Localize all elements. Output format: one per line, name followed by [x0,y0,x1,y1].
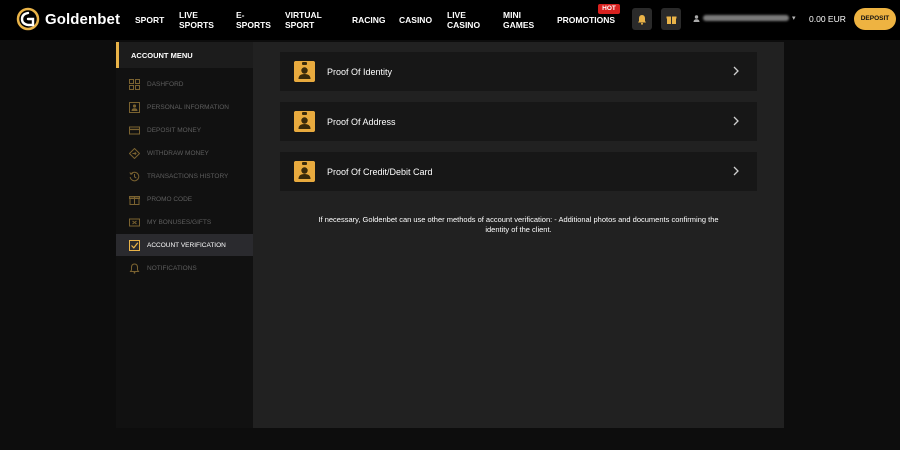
id-card-icon [129,101,140,113]
nav-sport[interactable]: SPORT [135,15,164,25]
proof-of-card-card[interactable]: Proof Of Credit/Debit Card [280,152,757,191]
checkbox-icon [129,239,140,251]
credit-card-icon [129,126,140,134]
goldenbet-logo-icon [16,7,40,31]
account-menu-header: ACCOUNT MENU [116,42,253,68]
sidebar-item-promo-code[interactable]: PROMO CODE [116,188,253,210]
gifts-button[interactable] [661,8,681,30]
id-badge-icon [294,111,315,132]
nav-esports[interactable]: E- SPORTS [236,10,271,30]
account-balance: 0.00 EUR [809,14,846,24]
verification-info-text: If necessary, Goldenbet can use other me… [318,215,719,234]
gift-icon [666,16,676,24]
chevron-right-icon [733,166,739,176]
ticket-icon [129,218,140,226]
proof-of-identity-card[interactable]: Proof Of Identity [280,52,757,91]
user-icon [693,14,700,22]
sidebar-item-transactions-history[interactable]: TRANSACTIONS HISTORY [116,165,253,187]
chevron-down-icon: ▾ [792,15,796,22]
brand-name: Goldenbet [45,10,121,28]
sidebar-item-my-bonuses-gifts[interactable]: MY BONUSES/GIFTS [116,211,253,233]
sidebar-item-deposit-money[interactable]: DEPOSIT MONEY [116,119,253,141]
sidebar-item-dashboard[interactable]: DASHFORD [116,73,253,95]
sidebar-item-account-verification[interactable]: ACCOUNT VERIFICATION [116,234,253,256]
nav-live-sports[interactable]: LIVE SPORTS [179,10,214,30]
nav-casino[interactable]: CASINO [399,15,432,25]
nav-promotions[interactable]: PROMOTIONS [557,15,615,25]
id-badge-icon [294,61,315,82]
sidebar-item-notifications[interactable]: NOTIFICATIONS [116,257,253,279]
nav-virtual-sport[interactable]: VIRTUAL SPORT [285,10,322,30]
hot-badge: HOT [598,4,620,14]
proof-of-address-card[interactable]: Proof Of Address [280,102,757,141]
bell-icon [129,262,140,274]
sidebar-item-withdraw-money[interactable]: WITHDRAW MONEY [116,142,253,164]
top-navigation-bar: Goldenbet SPORT LIVE SPORTS E- SPORTS VIRT… [0,0,900,40]
user-account-menu[interactable]: ▾ [693,14,796,22]
deposit-button[interactable]: DEPOSIT [854,8,896,30]
brand-logo[interactable]: Goldenbet [16,7,120,31]
account-sidebar: ACCOUNT MENU DASHFORD PERSONAL INFORMATI… [116,42,253,428]
nav-racing[interactable]: RACING [352,15,386,25]
history-icon [129,171,140,181]
notifications-button[interactable] [632,8,652,30]
dashboard-icon [129,78,140,90]
chevron-right-icon [733,116,739,126]
gift-box-icon [129,195,140,205]
verification-panel: Proof Of Identity Proof Of Address Proof… [253,42,784,428]
sidebar-item-personal-information[interactable]: PERSONAL INFORMATION [116,96,253,118]
nav-live-casino[interactable]: LIVE CASINO [447,10,480,30]
chevron-right-icon [733,66,739,76]
id-badge-icon [294,161,315,182]
username-blurred [703,15,789,21]
bell-icon [638,14,646,25]
diamond-arrow-icon [129,147,140,159]
nav-mini-games[interactable]: MINI GAMES [503,10,534,30]
